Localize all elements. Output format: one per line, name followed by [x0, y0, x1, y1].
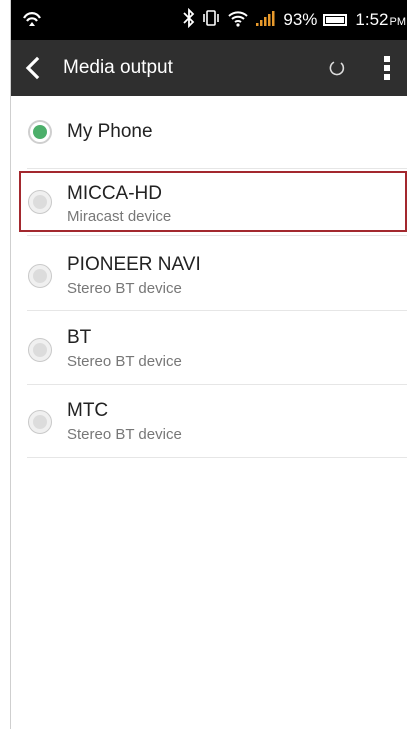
device-item-bt[interactable]: BT Stereo BT device [11, 311, 407, 384]
battery-icon [323, 14, 348, 26]
device-name: BT [67, 327, 92, 348]
divider [27, 168, 407, 169]
screen-frame-edge [0, 0, 10, 729]
device-type: Stereo BT device [67, 280, 182, 297]
back-icon[interactable] [17, 52, 47, 84]
clock: 1:52 [355, 10, 389, 29]
loading-spinner-icon [328, 59, 346, 77]
vibrate-icon [201, 8, 221, 33]
clock-ampm: PM [389, 16, 407, 28]
status-bar: 93% 1:52PM [11, 0, 407, 40]
device-name: MICCA-HD [67, 183, 162, 204]
device-type: Stereo BT device [67, 426, 182, 443]
device-type: Stereo BT device [67, 353, 182, 370]
action-bar: Media output [11, 40, 407, 96]
bluetooth-icon [183, 7, 195, 33]
battery-percent: 93% [283, 10, 318, 29]
radio-button[interactable] [28, 338, 52, 362]
radio-button[interactable] [28, 410, 52, 434]
device-item-mtc[interactable]: MTC Stereo BT device [11, 385, 407, 457]
device-name: MTC [67, 400, 109, 421]
radio-button[interactable] [28, 190, 52, 214]
radio-button[interactable] [28, 264, 52, 288]
phone-screen: 93% 1:52PM Media output My Phone MICCA-H… [10, 0, 407, 729]
radio-button-selected[interactable] [28, 120, 52, 144]
device-item-micca-hd[interactable]: MICCA-HD Miracast device [11, 172, 407, 233]
sync-icon [21, 9, 43, 36]
device-name: My Phone [67, 121, 153, 142]
wifi-icon [227, 8, 249, 33]
divider [27, 457, 407, 458]
device-type: Miracast device [67, 208, 172, 225]
device-name: PIONEER NAVI [67, 254, 201, 275]
signal-icon [255, 8, 277, 33]
overflow-menu-icon[interactable] [376, 52, 398, 84]
page-title: Media output [63, 57, 173, 78]
device-item-my-phone[interactable]: My Phone [11, 96, 407, 168]
device-item-pioneer-navi[interactable]: PIONEER NAVI Stereo BT device [11, 236, 407, 310]
